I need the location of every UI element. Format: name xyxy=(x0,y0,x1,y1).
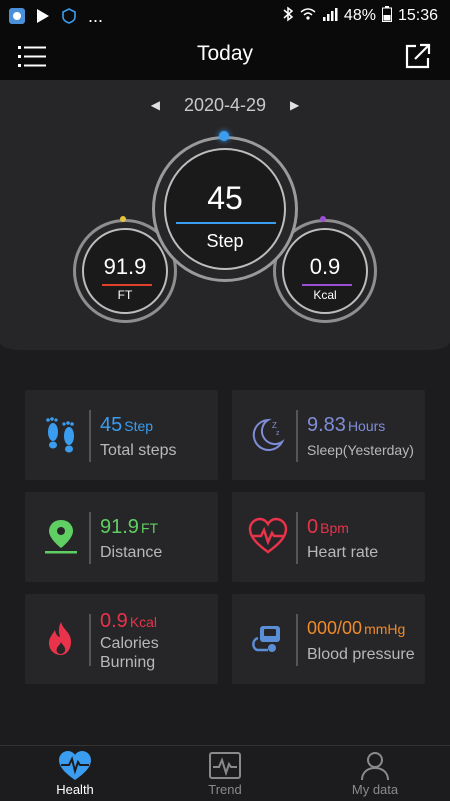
bottom-navigation: Health Trend My data xyxy=(0,745,450,801)
steps-unit: Step xyxy=(124,418,154,434)
app-bar: Today xyxy=(0,32,450,80)
calories-card[interactable]: 0.9 Kcal Calories Burning xyxy=(25,594,218,684)
footprints-icon xyxy=(35,408,87,460)
svg-text:Z: Z xyxy=(272,421,277,430)
nav-health[interactable]: Health xyxy=(0,746,150,801)
steps-ring-inner: 45 Step xyxy=(164,148,286,270)
distance-value-row: 91.9 FT xyxy=(100,516,158,539)
distance-ring-inner: 91.9 FT xyxy=(82,228,168,314)
heart-pulse-icon xyxy=(242,510,294,562)
shield-notification-icon xyxy=(60,7,78,25)
calories-value: 0.9 xyxy=(100,610,128,632)
heart-rate-value: 0 xyxy=(307,516,319,538)
next-day-button[interactable]: ▶ xyxy=(290,98,299,112)
heart-pulse-nav-icon xyxy=(59,751,91,780)
calories-unit: Kcal xyxy=(129,614,158,630)
sleep-value-row: 9.83 Hours xyxy=(307,414,385,437)
calorie-ring-indicator xyxy=(320,216,326,222)
calorie-ring-underline xyxy=(302,284,352,286)
share-button[interactable] xyxy=(404,42,432,70)
distance-value: 91.9 xyxy=(100,516,139,538)
calorie-ring-label: Kcal xyxy=(313,288,337,302)
nav-health-label: Health xyxy=(56,782,94,797)
status-bar: ... 48% 15:36 xyxy=(0,0,450,32)
steps-card[interactable]: 45 Step Total steps xyxy=(25,390,218,480)
date-navigator: ◀ 2020-4-29 ▶ xyxy=(0,92,450,118)
card-divider xyxy=(296,512,298,564)
nav-my-data-label: My data xyxy=(351,782,399,797)
steps-ring-indicator xyxy=(219,131,229,141)
sleep-card[interactable]: Z z 9.83 Hours Sleep(Yesterday) xyxy=(232,390,425,480)
calories-value-row: 0.9 Kcal xyxy=(100,610,157,633)
trend-chart-icon xyxy=(209,752,241,779)
signal-icon xyxy=(322,7,338,26)
clock: 15:36 xyxy=(397,7,438,24)
blood-pressure-unit: mmHg xyxy=(364,621,406,637)
distance-ring-underline xyxy=(102,284,152,286)
blood-pressure-label: Blood pressure xyxy=(307,646,415,663)
calories-label-line1: Calories xyxy=(100,635,159,652)
steps-ring-label: Step xyxy=(206,231,244,251)
distance-ring-value: 91.9 xyxy=(103,254,147,279)
more-notifications: ... xyxy=(88,6,104,26)
sleep-value: 9.83 xyxy=(307,414,346,436)
steps-label: Total steps xyxy=(100,442,177,459)
location-pin-icon xyxy=(35,510,87,562)
distance-unit: FT xyxy=(140,520,159,536)
distance-card[interactable]: 91.9 FT Distance xyxy=(25,492,218,582)
person-icon xyxy=(361,752,389,781)
blood-pressure-cuff-icon xyxy=(242,612,294,664)
calorie-ring-inner: 0.9 Kcal xyxy=(282,228,368,314)
heart-rate-value-row: 0 Bpm xyxy=(307,516,349,539)
card-divider xyxy=(89,614,91,666)
card-divider xyxy=(89,512,91,564)
play-store-icon xyxy=(34,7,52,25)
nav-trend-label: Trend xyxy=(208,782,242,797)
blood-pressure-value-row: 000/00 mmHg xyxy=(307,618,405,639)
heart-rate-unit: Bpm xyxy=(320,520,349,536)
distance-label: Distance xyxy=(100,544,163,561)
app-notification-icon xyxy=(8,7,26,25)
wifi-icon xyxy=(300,7,316,26)
battery-percentage: 48% xyxy=(343,7,376,24)
steps-value-row: 45 Step xyxy=(100,414,153,437)
nav-trend[interactable]: Trend xyxy=(150,746,300,801)
current-date: 2020-4-29 xyxy=(183,94,267,115)
distance-ring-label: FT xyxy=(117,288,133,302)
card-divider xyxy=(89,410,91,462)
sleep-unit: Hours xyxy=(347,418,386,434)
steps-ring-value: 45 xyxy=(207,180,243,216)
calorie-ring-value: 0.9 xyxy=(309,254,341,279)
svg-text:z: z xyxy=(276,430,280,437)
calories-label: Calories Burning xyxy=(100,634,200,672)
blood-pressure-card[interactable]: 000/00 mmHg Blood pressure xyxy=(232,594,425,684)
previous-day-button[interactable]: ◀ xyxy=(151,98,160,112)
bluetooth-icon xyxy=(282,6,294,27)
heart-rate-card[interactable]: 0 Bpm Heart rate xyxy=(232,492,425,582)
card-divider xyxy=(296,614,298,666)
blood-pressure-value: 000/00 xyxy=(307,618,363,638)
nav-my-data[interactable]: My data xyxy=(300,746,450,801)
page-title: Today xyxy=(196,42,254,65)
card-divider xyxy=(296,410,298,462)
steps-value: 45 xyxy=(100,414,123,436)
share-icon xyxy=(405,43,431,69)
battery-icon xyxy=(381,5,392,27)
flame-icon xyxy=(35,612,87,664)
sleep-label: Sleep(Yesterday) xyxy=(307,442,414,458)
steps-ring-underline xyxy=(176,222,276,224)
moon-zzz-icon: Z z xyxy=(242,408,294,460)
heart-rate-label: Heart rate xyxy=(307,544,379,561)
distance-ring-indicator xyxy=(120,216,126,222)
calories-label-line2: Burning xyxy=(100,654,156,671)
